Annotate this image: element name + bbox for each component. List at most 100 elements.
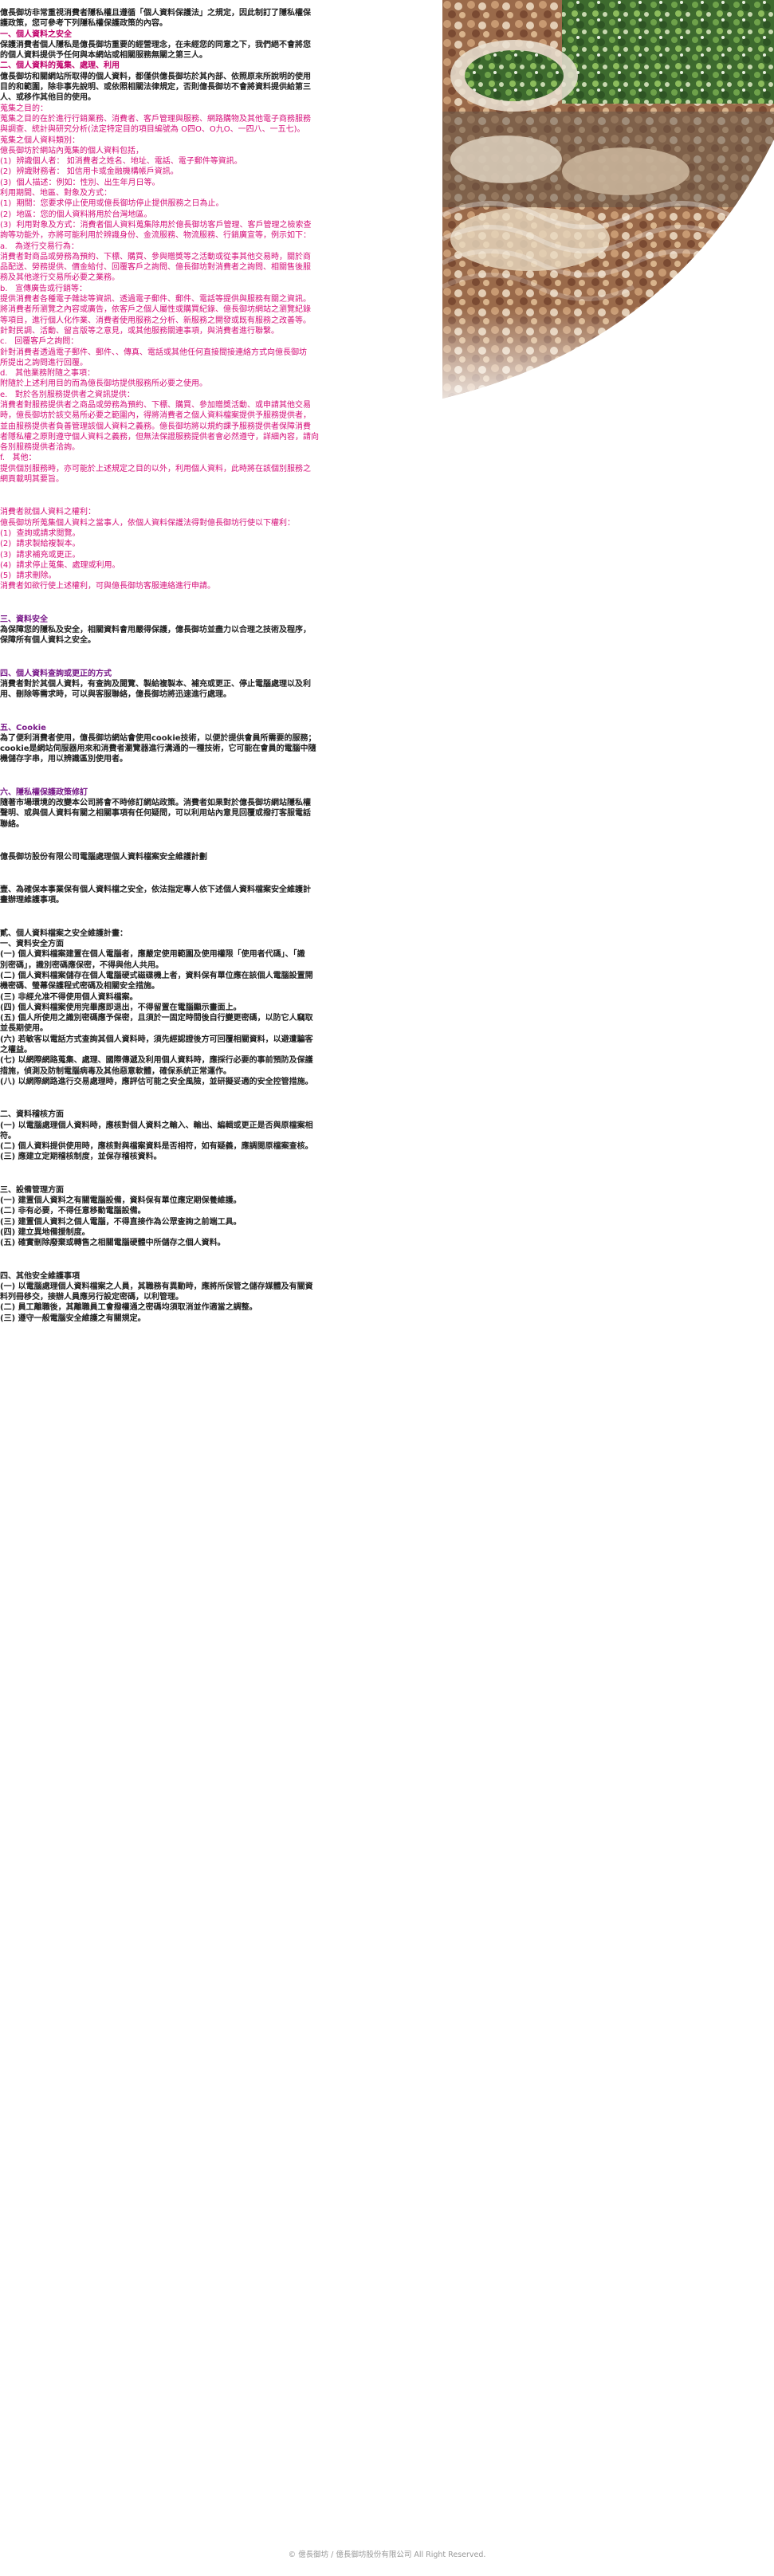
policy-line: 別密碼」，識別密碼應保密，不得與他人共用。 bbox=[0, 960, 163, 970]
policy-line: 目的和範圍，除非事先說明、或依照相關法律規定，否則億長御坊不會將資料提供給第三 bbox=[0, 83, 311, 92]
policy-line: (1) 查詢或請求閱覽。 bbox=[0, 528, 81, 538]
policy-line: (2) 辨識財務者： 如信用卡或金融機構帳戶資訊。 bbox=[0, 167, 179, 177]
policy-line: 蒐集之目的在於進行行銷業務、消費者、客戶管理與服務、網路購物及其他電子商務服務 bbox=[0, 114, 311, 124]
policy-line: (七) 以網際網路蒐集、處理、國際傳遞及利用個人資料時，應採行必要的事前預防及保… bbox=[0, 1056, 313, 1066]
policy-line: 並長期使用。 bbox=[0, 1024, 48, 1034]
policy-line: a. 為遂行交易行為： bbox=[0, 242, 79, 251]
policy-line: 針對消費者透過電子郵件、郵件、、傳真、電話或其他任何直接間接連絡方式向億長御坊 bbox=[0, 348, 307, 357]
policy-line: (四) 個人資料檔案使用完畢應即退出，不得留置在電腦顯示畫面上。 bbox=[0, 1003, 242, 1012]
policy-line: (二) 個人資料檔案儲存在個人電腦硬式磁碟機上者，資料保有單位應在該個人電腦設置… bbox=[0, 971, 313, 980]
policy-line: 提供個別服務時，亦可能於上述規定之目的以外，利用個人資料，此時將在該個別服務之 bbox=[0, 464, 311, 473]
footer-copyright: © 億長御坊 / 億長御坊股份有限公司 All Right Reserved. bbox=[288, 2550, 486, 2559]
policy-line: (三) 建置個人資料之個人電腦，不得直接作為公眾查詢之前端工具。 bbox=[0, 1217, 242, 1227]
policy-line: 利用期間、地區、對象及方式： bbox=[0, 189, 112, 198]
policy-line: 一、資料安全方面 bbox=[0, 940, 64, 949]
food-photo-banner bbox=[442, 0, 774, 399]
policy-line: 人、或移作其他目的使用。 bbox=[0, 93, 96, 103]
policy-line: (一) 以電腦處理個人資料時，應核對個人資料之輸入、輸出、編輯或更正是否與原檔案… bbox=[0, 1121, 313, 1130]
policy-line: 保護消費者個人隱私是億長御坊重要的經營理念，在未經您的同意之下，我們絕不會將您 bbox=[0, 40, 311, 49]
policy-line: 貳、個人資料檔案之安全維護計畫： bbox=[0, 929, 128, 938]
policy-line: (八) 以網際網路進行交易處理時，應評估可能之安全風險，並研擬妥適的安全控管措施… bbox=[0, 1077, 313, 1086]
policy-line: 消費者對商品或勞務為預約、下標、購買、參與贈獎等之活動或從事其他交易時，關於商 bbox=[0, 252, 311, 261]
policy-line: e. 對於各別服務提供者之資訊提供： bbox=[0, 390, 135, 399]
policy-line: (三) 遵守一般電腦安全維護之有關規定。 bbox=[0, 1314, 146, 1323]
policy-line: 億長御坊非常重視消費者隱私權且遵循「個人資料保護法」之規定，因此制訂了隱私權保 bbox=[0, 9, 311, 18]
policy-line: 的個人資料提供予任何與本網站或相關服務無關之第三人。 bbox=[0, 51, 207, 61]
policy-line: 並由服務提供者負善管理該個人資料之義務。億長御坊將以規約課予服務提供者保障消費 bbox=[0, 422, 311, 431]
policy-line: 為了便利消費者使用，億長御坊網站會使用cookie技術，以便於提供會員所需要的服… bbox=[0, 733, 316, 743]
policy-line: (5) 請求刪除。 bbox=[0, 571, 57, 581]
policy-line: 畫辦理維護事項。 bbox=[0, 896, 64, 905]
policy-line: 聲明、或與個人資料有關之相關事項有任何疑問，可以利用站內意見回覆或撥打客服電話 bbox=[0, 809, 311, 819]
policy-line: 消費者如欲行使上述權利，可與億長御坊客服連絡進行申請。 bbox=[0, 582, 215, 591]
policy-line: 者隱私權之原則遵守個人資料之義務，但無法保證服務提供者會必然遵守，詳細內容，請向 bbox=[0, 432, 319, 442]
policy-line: 億長御坊和關網站所取得的個人資料，都僅供億長御坊於其內部、依照原來所說明的使用 bbox=[0, 72, 311, 81]
policy-line: (一) 以電腦處理個人資料檔案之人員，其職務有異動時，應將所保管之儲存媒體及有關… bbox=[0, 1282, 313, 1291]
policy-line: 一、個人資料之安全 bbox=[0, 29, 72, 39]
policy-line: 隨著市場環境的改變本公司將會不時修訂網站政策。消費者如果對於億長御坊網站隱私權 bbox=[0, 799, 311, 807]
policy-line: 億長御坊於網站內蒐集的個人資料包括， bbox=[0, 146, 143, 155]
policy-line: 提供消費者各種電子雜誌等資訊、透過電子郵件、郵件、電話等提供與服務有關之資訊。 bbox=[0, 295, 311, 304]
policy-line: (五) 個人所使用之識別密碼應予保密，且須於一固定時間後自行變更密碼，以防它人竊… bbox=[0, 1014, 313, 1023]
policy-line: 護政策，您可參考下列隱私權保護政策的內容。 bbox=[0, 19, 167, 29]
policy-line: (五) 確實刪除廢棄或轉售之相關電腦硬體中所儲存之個人資料。 bbox=[0, 1239, 226, 1248]
policy-line: 措施，偵測及防制電腦病毒及其他惡意軟體，確保系統正常運作。 bbox=[0, 1066, 231, 1076]
policy-line: 網頁載明其要旨。 bbox=[0, 475, 64, 485]
policy-line: 三、資料安全 bbox=[0, 615, 48, 624]
policy-line: (2) 請求製給複製本。 bbox=[0, 540, 81, 549]
policy-line: (1) 辨識個人者： 如消費者之姓名、地址、電話、電子郵件等資訊。 bbox=[0, 157, 242, 167]
policy-line: 消費者對於其個人資料，有查詢及閱覽、製給複製本、補充或更正、停止電腦處理以及利 bbox=[0, 679, 311, 689]
policy-line: 保障所有個人資料之安全。 bbox=[0, 636, 96, 646]
policy-line: (三) 非經允准不得使用個人資料檔案。 bbox=[0, 992, 138, 1002]
policy-line: 務及其他遂行交易所必要之業務。 bbox=[0, 273, 120, 283]
policy-line: cookie是網站伺服器用來和消費者瀏覽器進行溝通的一種技術，它可能在會員的電腦… bbox=[0, 744, 316, 754]
policy-line: (四) 建立異地備援制度。 bbox=[0, 1227, 90, 1237]
policy-line: (4) 請求停止蒐集、處理或利用。 bbox=[0, 560, 120, 570]
policy-line: (一) 個人資料檔案建置在個人電腦者，應嚴定使用範圍及使用權限「使用者代碼」、「… bbox=[0, 950, 305, 960]
policy-line: 消費者就個人資料之權利： bbox=[0, 508, 96, 517]
policy-line: 用、刪除等需求時，可以與客服聯絡，億長御坊將迅速進行處理。 bbox=[0, 690, 231, 700]
policy-line: (一) 建置個人資料之有關電腦設備，資料保有單位應定期保養維護。 bbox=[0, 1196, 242, 1206]
policy-line: (二) 個人資料提供使用時，應核對與檔案資料是否相符，如有疑義，應調閱原檔案查核… bbox=[0, 1142, 313, 1152]
policy-line: c. 回覆客戶之詢問： bbox=[0, 337, 79, 347]
policy-line: (3) 利用對象及方式：消費者個人資料蒐集除用於億長御坊客戶管理、客戶管理之檢索… bbox=[0, 220, 312, 230]
policy-line: 億長御坊所蒐集個人資料之當事人，依個人資料保護法得對億長御坊行使以下權利： bbox=[0, 518, 295, 528]
policy-line: 二、個人資料的蒐集、處理、利用 bbox=[0, 61, 120, 71]
policy-line: 品配送、勞務提供、價金給付、回覆客戶之詢問、億長御坊對消費者之詢問、相關售後服 bbox=[0, 263, 311, 273]
policy-line: 機儲存字串，用以辨識區別使用者。 bbox=[0, 755, 128, 764]
policy-line: (3) 個人描述：例如：性別、出生年月日等。 bbox=[0, 178, 160, 187]
policy-line: 之權益。 bbox=[0, 1046, 32, 1055]
policy-line: 料列冊移交，接辦人員應另行設定密碼，以利管理。 bbox=[0, 1293, 183, 1302]
policy-line: 等項目，進行個人化作業、消費者使用服務之分析、新服務之開發或既有服務之改善等。 bbox=[0, 316, 311, 325]
policy-line: 附隨於上述利用目的而為億長御坊提供服務所必要之使用。 bbox=[0, 379, 207, 389]
policy-line: 與調查、統計與研究分析(法定特定目的項目編號為 O四O、O九O、一四八、一五七)… bbox=[0, 125, 305, 135]
policy-line: 將消費者所瀏覽之內容或廣告，依客戶之個人屬性或購買紀錄、億長御坊網站之瀏覽紀錄 bbox=[0, 305, 311, 315]
policy-line: 二、資料稽核方面 bbox=[0, 1110, 64, 1120]
policy-line: b. 宣傳廣告或行銷等： bbox=[0, 284, 88, 293]
policy-line: 針對民調、活動、留言版等之意見，或其他服務關連事項，與消費者進行聯繫。 bbox=[0, 326, 279, 336]
policy-line: (二) 員工離職後，其離職員工會撥權通之密碼均須取消並作適當之調整。 bbox=[0, 1303, 257, 1313]
policy-line: (2) 地區：您的個人資料將用於台灣地區。 bbox=[0, 210, 152, 219]
policy-line: (二) 非有必要，不得任意移動電腦設備。 bbox=[0, 1207, 146, 1216]
policy-line: 聯絡。 bbox=[0, 819, 24, 829]
policy-line: f. 其他： bbox=[0, 454, 37, 463]
policy-line: 為保障您的隱私及安全，相關資料會用嚴得保護，億長御坊並盡力以合理之技術及程序， bbox=[0, 626, 311, 635]
policy-line: 六、隱私權保護政策修訂 bbox=[0, 787, 88, 797]
policy-line: 蒐集之目的： bbox=[0, 104, 48, 113]
policy-line: 四、其他安全維護事項 bbox=[0, 1271, 80, 1281]
policy-line: (3) 請求補充或更正。 bbox=[0, 550, 81, 560]
policy-line: 時，億長御坊於該交易所必要之範圍內，得將消費者之個人資料檔案提供予服務提供者， bbox=[0, 411, 311, 421]
policy-line: 機密碼、螢幕保護程式密碼及相關安全措施。 bbox=[0, 982, 159, 992]
policy-line: (六) 若敏客以電話方式查詢其個人資料時，須先經認證後方可回覆相關資料，以避遭騙… bbox=[0, 1035, 313, 1044]
policy-line: 蒐集之個人資料類別： bbox=[0, 135, 80, 145]
